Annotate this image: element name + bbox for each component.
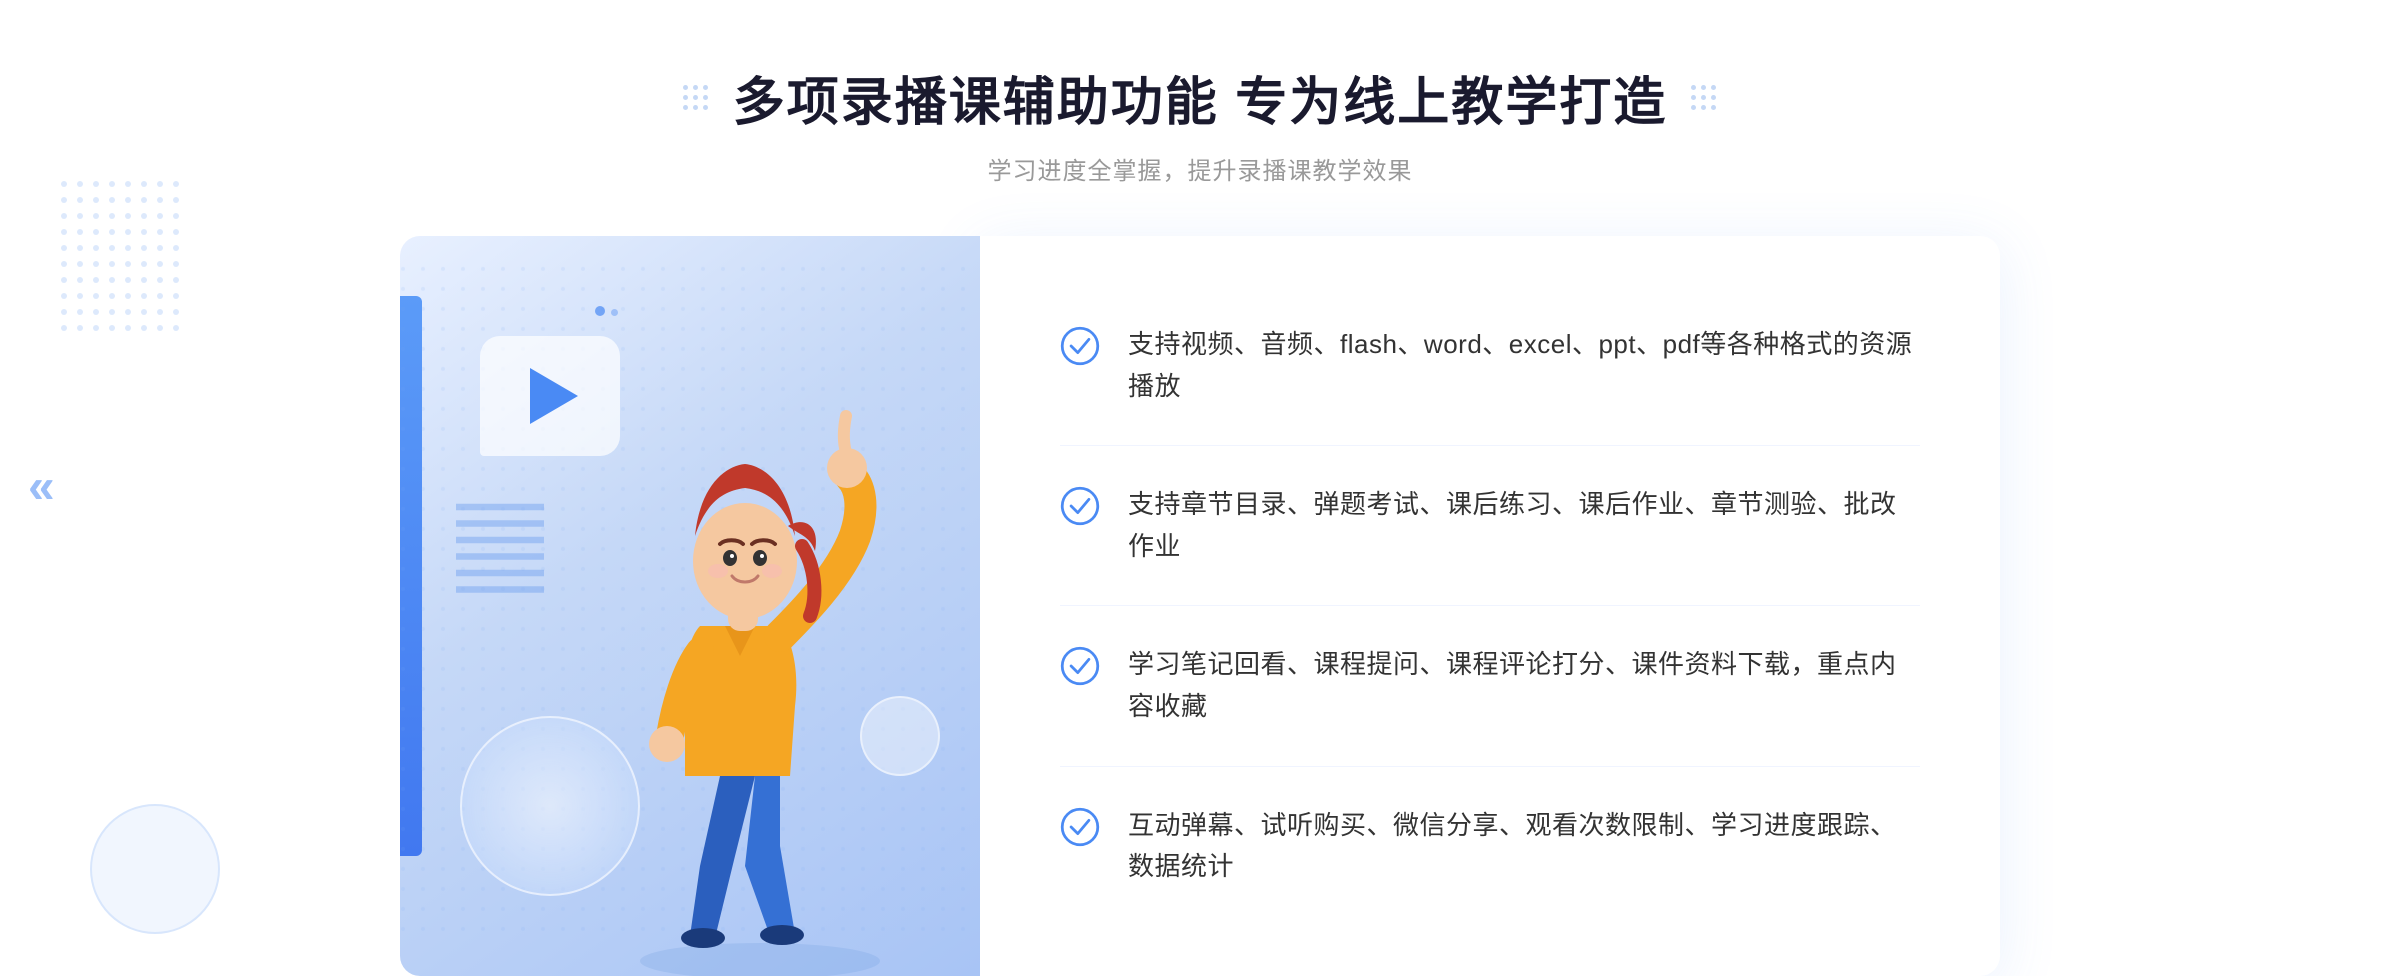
feature-text-3: 学习笔记回看、课程提问、课程评论打分、课件资料下载，重点内容收藏 — [1128, 644, 1920, 727]
feature-text-4: 互动弹幕、试听购买、微信分享、观看次数限制、学习进度跟踪、数据统计 — [1128, 805, 1920, 888]
check-icon-4 — [1060, 807, 1100, 847]
left-decoration — [683, 85, 709, 111]
page-wrapper: 多项录播课辅助功能 专为线上教学打造 学习进度全掌握，提升录播课教学效果 — [0, 0, 2400, 974]
feature-item-2: 支持章节目录、弹题考试、课后练习、课后作业、章节测验、批改作业 — [1060, 446, 1920, 606]
bg-circle-bottom-left — [90, 804, 220, 934]
person-illustration — [570, 396, 950, 976]
header-section: 多项录播课辅助功能 专为线上教学打造 学习进度全掌握，提升录播课教学效果 — [683, 60, 1717, 186]
stripe-decoration — [455, 496, 545, 606]
feature-text-2: 支持章节目录、弹题考试、课后练习、课后作业、章节测验、批改作业 — [1128, 484, 1920, 567]
sparkle-dot-2 — [611, 309, 618, 316]
page-subtitle: 学习进度全掌握，提升录播课教学效果 — [987, 151, 1412, 186]
check-icon-1 — [1060, 326, 1100, 366]
feature-item-3: 学习笔记回看、课程提问、课程评论打分、课件资料下载，重点内容收藏 — [1060, 606, 1920, 766]
dot-grid-left — [683, 85, 709, 111]
content-area: 支持视频、音频、flash、word、excel、ppt、pdf等各种格式的资源… — [400, 236, 2000, 976]
check-icon-3 — [1060, 646, 1100, 686]
left-nav-chevron[interactable]: « — [28, 460, 55, 515]
dot-grid-right — [1691, 85, 1717, 111]
right-decoration — [1691, 85, 1717, 111]
feature-text-1: 支持视频、音频、flash、word、excel、ppt、pdf等各种格式的资源… — [1128, 324, 1920, 407]
sparkle-dot-1 — [595, 306, 605, 316]
feature-item-1: 支持视频、音频、flash、word、excel、ppt、pdf等各种格式的资源… — [1060, 286, 1920, 446]
features-card: 支持视频、音频、flash、word、excel、ppt、pdf等各种格式的资源… — [980, 236, 2000, 976]
bg-dot-matrix-left — [60, 180, 180, 345]
title-row: 多项录播课辅助功能 专为线上教学打造 — [683, 60, 1717, 135]
sparkle-dots — [595, 306, 618, 316]
page-title: 多项录播课辅助功能 专为线上教学打造 — [733, 60, 1667, 135]
feature-item-4: 互动弹幕、试听购买、微信分享、观看次数限制、学习进度跟踪、数据统计 — [1060, 767, 1920, 926]
illustration-card — [400, 236, 980, 976]
check-icon-2 — [1060, 486, 1100, 526]
